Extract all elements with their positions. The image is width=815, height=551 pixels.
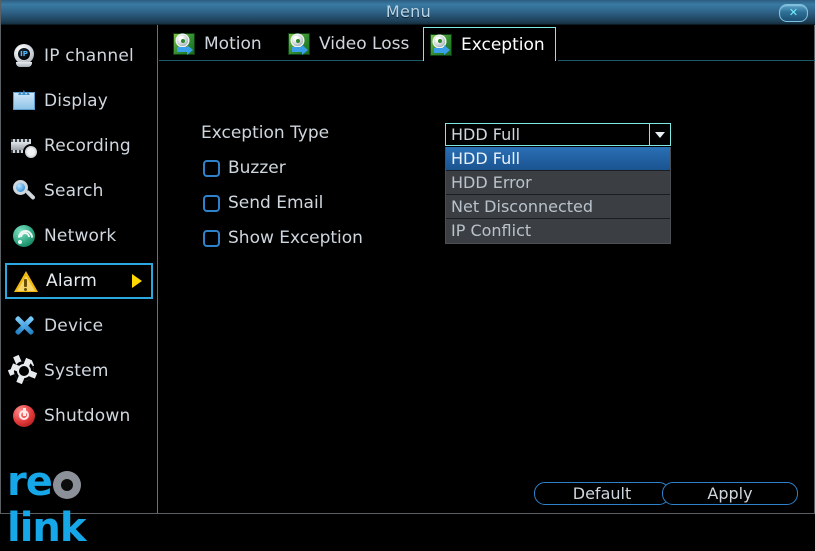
option-ip-conflict[interactable]: IP Conflict — [446, 219, 670, 243]
tab-video-loss[interactable]: Video Loss — [282, 27, 419, 61]
device-tools-icon — [11, 313, 37, 339]
window-title: Menu — [385, 2, 432, 21]
tab-motion[interactable]: Motion — [167, 27, 272, 61]
tab-label: Exception — [461, 34, 545, 55]
exception-type-select[interactable]: HDD Full — [445, 123, 671, 146]
sidebar-item-label: System — [44, 361, 109, 381]
tab-exception[interactable]: Exception — [423, 27, 556, 61]
apply-button[interactable]: Apply — [662, 482, 798, 505]
logo-text-post: link — [7, 505, 86, 551]
sidebar-item-label: Device — [44, 316, 104, 336]
sidebar-item-label: Alarm — [46, 271, 98, 291]
exception-type-label: Exception Type — [201, 123, 330, 143]
select-value: HDD Full — [451, 125, 521, 144]
tab-underline-left — [159, 60, 423, 61]
checkbox-buzzer[interactable] — [203, 159, 220, 177]
window-titlebar: Menu ✕ — [1, 0, 815, 25]
reolink-logo: relink — [7, 459, 157, 551]
sidebar-item-alarm[interactable]: Alarm — [5, 263, 153, 299]
sidebar-item-label: Recording — [44, 136, 131, 156]
checkbox-label: Send Email — [228, 193, 324, 213]
sidebar-item-label: Shutdown — [44, 406, 131, 426]
display-icon — [11, 88, 37, 114]
checkbox-label: Show Exception — [228, 228, 363, 248]
sidebar-item-label: Network — [44, 226, 117, 246]
option-hdd-error[interactable]: HDD Error — [446, 171, 670, 195]
checkbox-send-email[interactable] — [203, 194, 220, 212]
logo-text-pre: re — [7, 459, 53, 505]
power-icon — [11, 403, 37, 429]
settings-arrow-icon — [430, 33, 452, 56]
chevron-down-icon[interactable] — [649, 124, 670, 145]
sidebar-item-label: IP channel — [44, 46, 134, 66]
system-gear-icon — [3, 350, 39, 386]
option-hdd-full[interactable]: HDD Full — [446, 147, 670, 171]
sidebar-item-display[interactable]: Display — [5, 83, 153, 119]
checkbox-show-exception[interactable] — [203, 229, 220, 247]
sidebar-item-ip-channel[interactable]: IP IP channel — [5, 38, 153, 74]
checkbox-row-send-email[interactable]: Send Email — [203, 193, 323, 213]
ip-camera-icon: IP — [11, 43, 37, 69]
default-button[interactable]: Default — [534, 482, 670, 505]
sidebar-item-device[interactable]: Device — [5, 308, 153, 344]
menu-window: Menu ✕ IP IP channel Display Recording S… — [0, 0, 815, 551]
sidebar-item-recording[interactable]: Recording — [5, 128, 153, 164]
chevron-right-icon — [132, 274, 142, 288]
sidebar: IP IP channel Display Recording Search N… — [1, 25, 158, 551]
close-icon[interactable]: ✕ — [779, 4, 808, 22]
tab-label: Video Loss — [319, 34, 410, 54]
settings-arrow-icon — [288, 33, 310, 55]
logo-o-glyph — [52, 471, 81, 499]
content-panel: Motion Video Loss Exception Exception Ty… — [159, 25, 815, 513]
option-net-disconnected[interactable]: Net Disconnected — [446, 195, 670, 219]
tab-label: Motion — [204, 34, 262, 54]
checkbox-row-buzzer[interactable]: Buzzer — [203, 158, 286, 178]
alarm-warning-icon — [13, 268, 39, 294]
tab-underline-right — [558, 60, 815, 61]
recording-icon — [11, 133, 37, 159]
settings-arrow-icon — [173, 33, 195, 55]
exception-type-options: HDD Full HDD Error Net Disconnected IP C… — [445, 147, 671, 244]
sidebar-item-system[interactable]: System — [3, 350, 153, 389]
checkbox-label: Buzzer — [228, 158, 286, 178]
sidebar-item-shutdown[interactable]: Shutdown — [5, 398, 153, 434]
tab-bar: Motion Video Loss Exception — [159, 25, 815, 61]
sidebar-item-search[interactable]: Search — [5, 173, 153, 209]
checkbox-row-show-exception[interactable]: Show Exception — [203, 228, 363, 248]
search-icon — [11, 178, 37, 204]
sidebar-item-label: Display — [44, 91, 109, 111]
sidebar-item-label: Search — [44, 181, 104, 201]
network-icon — [11, 223, 37, 249]
sidebar-item-network[interactable]: Network — [5, 218, 153, 254]
